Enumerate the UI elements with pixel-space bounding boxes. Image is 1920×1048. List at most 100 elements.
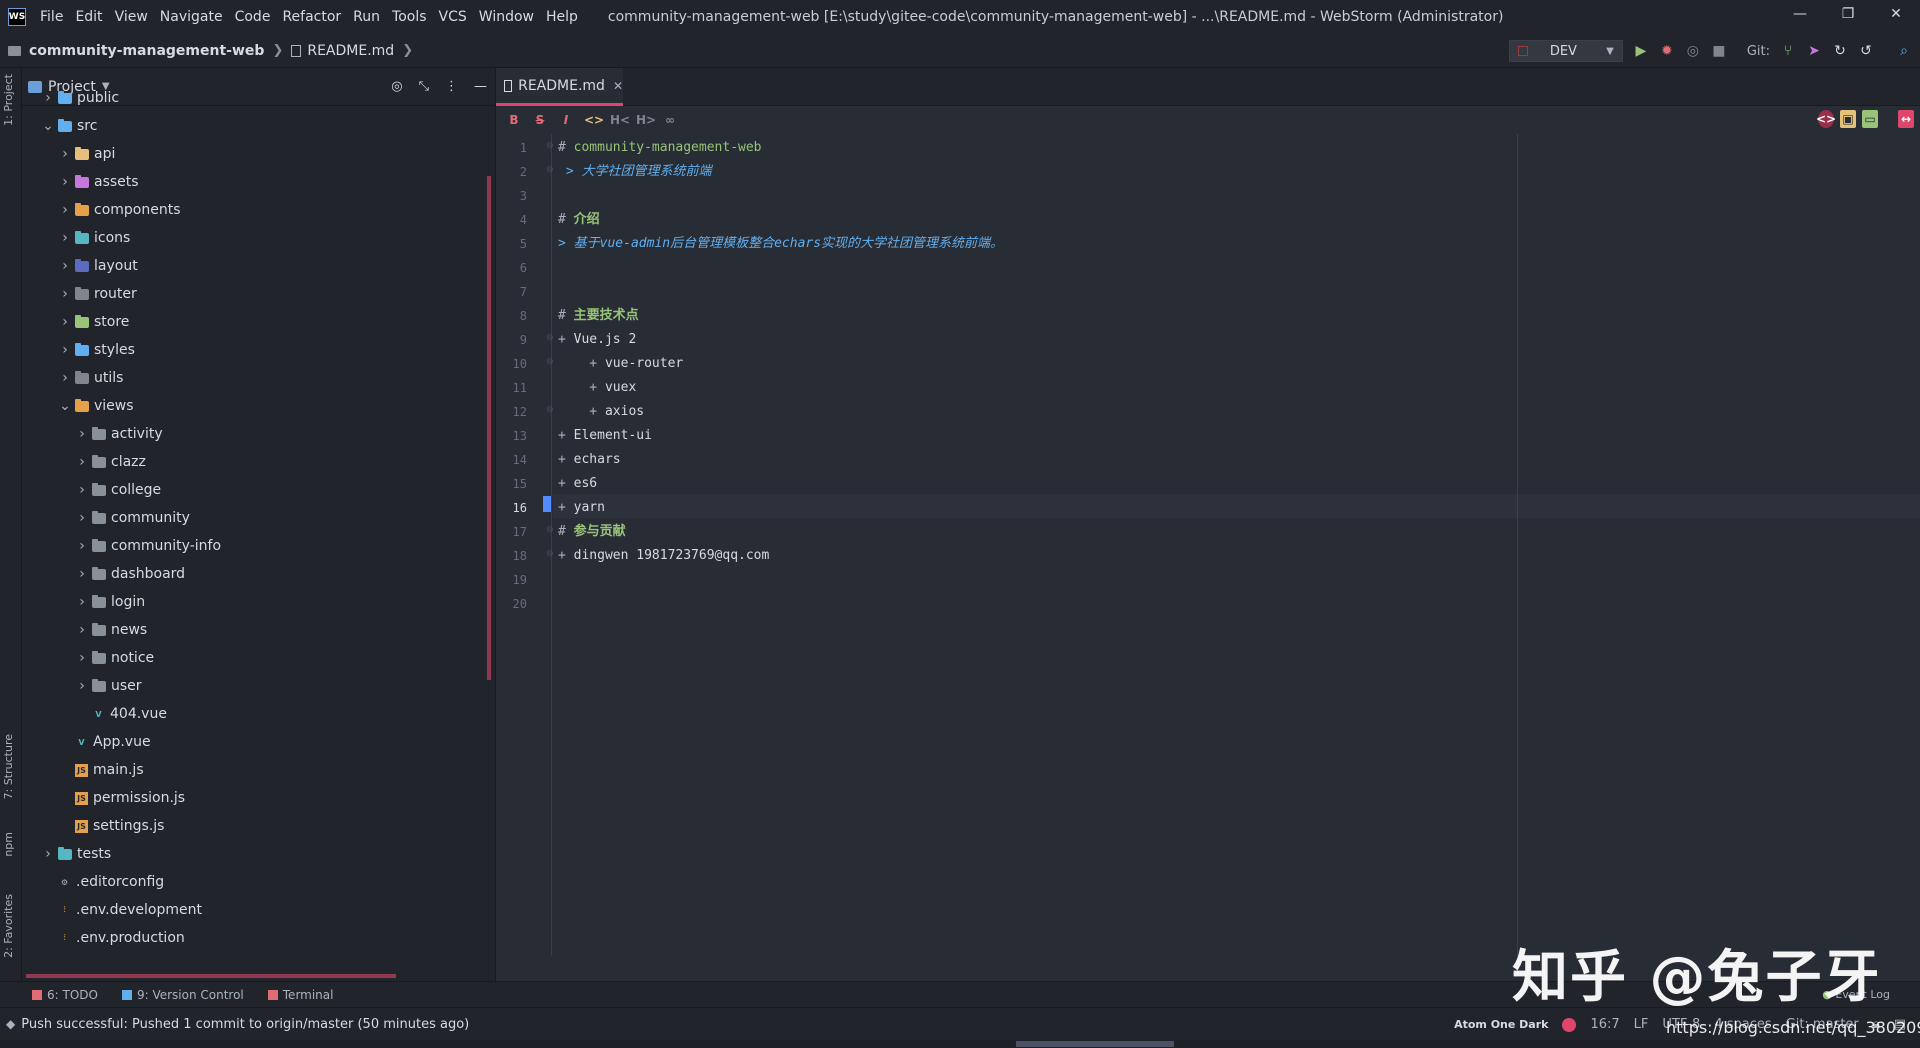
chevron-right-icon[interactable]: › xyxy=(58,230,72,246)
git-rollback-icon[interactable]: ↺ xyxy=(1858,43,1874,59)
tab-readme[interactable]: README.md ✕ xyxy=(496,68,623,106)
fold-marker-icon[interactable]: ⊖ xyxy=(546,549,554,559)
tree-item[interactable]: › tests xyxy=(41,840,111,868)
tree-item[interactable]: ⌄ views xyxy=(58,392,133,420)
locate-icon[interactable]: ◎ xyxy=(391,79,402,94)
theme-name[interactable]: Atom One Dark xyxy=(1454,1018,1548,1031)
tree-item[interactable]: V 404.vue xyxy=(75,700,167,728)
tree-scrollbar[interactable] xyxy=(487,176,491,680)
tree-horizontal-scrollbar[interactable] xyxy=(26,974,396,978)
chevron-right-icon[interactable]: › xyxy=(75,510,89,526)
split-view-icon[interactable]: ▣ xyxy=(1840,110,1856,128)
chevron-right-icon[interactable]: › xyxy=(75,678,89,694)
chevron-right-icon[interactable]: › xyxy=(75,454,89,470)
tree-item[interactable]: JS main.js xyxy=(58,756,144,784)
more-options-icon[interactable]: ⋮ xyxy=(445,79,458,94)
chevron-right-icon[interactable]: › xyxy=(75,566,89,582)
todo-tool-button[interactable]: 6: TODO xyxy=(32,988,98,1002)
breadcrumb-file[interactable]: README.md xyxy=(307,43,394,59)
chevron-right-icon[interactable]: › xyxy=(75,538,89,554)
tree-item[interactable]: › public xyxy=(41,84,119,112)
editor-only-icon[interactable]: <> xyxy=(1816,110,1836,128)
tree-item[interactable]: › router xyxy=(58,280,137,308)
git-push-icon[interactable]: ➤ xyxy=(1806,43,1822,59)
header-increase-icon[interactable]: H> xyxy=(636,113,656,127)
tree-item[interactable]: › user xyxy=(75,672,141,700)
menu-tools[interactable]: Tools xyxy=(392,9,427,25)
minimize-button[interactable]: — xyxy=(1776,0,1824,30)
chevron-right-icon[interactable]: › xyxy=(58,258,72,274)
tree-item[interactable]: JS settings.js xyxy=(58,812,164,840)
menu-edit[interactable]: Edit xyxy=(75,9,102,25)
collapse-all-icon[interactable]: ⤡ xyxy=(419,79,429,94)
header-decrease-icon[interactable]: H< xyxy=(610,113,630,127)
tree-item[interactable]: ⌄ src xyxy=(41,112,97,140)
search-icon[interactable]: ⌕ xyxy=(1896,43,1912,59)
fold-marker-icon[interactable]: ⊖ xyxy=(546,357,554,367)
chevron-right-icon[interactable]: › xyxy=(58,174,72,190)
run-icon[interactable]: ▶ xyxy=(1633,43,1649,59)
chevron-down-icon[interactable]: ⌄ xyxy=(58,398,72,414)
chevron-down-icon[interactable]: ⌄ xyxy=(41,118,55,134)
tree-item[interactable]: › community xyxy=(75,504,190,532)
restore-button[interactable]: ❐ xyxy=(1824,0,1872,30)
tree-item[interactable]: › login xyxy=(75,588,145,616)
fold-marker-icon[interactable]: ⊖ xyxy=(546,141,554,151)
close-button[interactable]: ✕ xyxy=(1872,0,1920,30)
git-history-icon[interactable]: ↻ xyxy=(1832,43,1848,59)
tree-item[interactable]: › styles xyxy=(58,336,135,364)
coverage-icon[interactable]: ◎ xyxy=(1685,43,1701,59)
link-icon[interactable]: ∞ xyxy=(662,113,678,127)
bold-icon[interactable]: B xyxy=(506,113,522,127)
tree-item[interactable]: ⚙ .editorconfig xyxy=(41,868,164,896)
line-separator[interactable]: LF xyxy=(1634,1017,1649,1032)
tree-item[interactable]: › college xyxy=(75,476,161,504)
chevron-right-icon[interactable]: › xyxy=(58,370,72,386)
structure-tool-tab[interactable]: 7: Structure xyxy=(2,734,15,799)
chevron-right-icon[interactable]: › xyxy=(58,314,72,330)
fold-marker-icon[interactable]: ⊖ xyxy=(546,333,554,343)
tree-item[interactable]: › icons xyxy=(58,224,130,252)
chevron-right-icon[interactable]: › xyxy=(75,482,89,498)
chevron-right-icon[interactable]: › xyxy=(58,342,72,358)
preview-only-icon[interactable]: ▭ xyxy=(1862,110,1878,128)
git-update-icon[interactable]: ⑂ xyxy=(1780,43,1796,59)
code-icon[interactable]: <> xyxy=(584,113,604,127)
close-icon[interactable]: ✕ xyxy=(613,79,623,93)
debug-icon[interactable]: ✹ xyxy=(1659,43,1675,59)
chevron-right-icon[interactable]: › xyxy=(58,286,72,302)
fold-marker-icon[interactable]: ⊖ xyxy=(546,405,554,415)
tree-item[interactable]: JS permission.js xyxy=(58,784,185,812)
tree-item[interactable]: › community-info xyxy=(75,532,221,560)
menu-vcs[interactable]: VCS xyxy=(439,9,467,25)
tree-item[interactable]: V App.vue xyxy=(58,728,150,756)
stop-icon[interactable]: ■ xyxy=(1711,43,1727,59)
tree-item[interactable]: ⫶ .env.development xyxy=(41,896,202,924)
tree-item[interactable]: › news xyxy=(75,616,147,644)
menu-navigate[interactable]: Navigate xyxy=(160,9,223,25)
tree-item[interactable]: › assets xyxy=(58,168,138,196)
tree-item[interactable]: › activity xyxy=(75,420,162,448)
tree-item[interactable]: › dashboard xyxy=(75,560,185,588)
breadcrumb-project[interactable]: community-management-web xyxy=(29,43,264,59)
chevron-right-icon[interactable]: › xyxy=(75,622,89,638)
code-editor[interactable]: # community-management-web > 大学社团管理系统前端 #… xyxy=(553,134,1920,956)
tree-item[interactable]: › components xyxy=(58,196,180,224)
chevron-right-icon[interactable]: › xyxy=(58,202,72,218)
version-control-tool-button[interactable]: 9: Version Control xyxy=(121,988,244,1002)
chevron-right-icon[interactable]: › xyxy=(75,650,89,666)
tree-item[interactable]: › clazz xyxy=(75,448,146,476)
menu-file[interactable]: File xyxy=(40,9,63,25)
tree-item[interactable]: › utils xyxy=(58,364,123,392)
status-message[interactable]: Push successful: Pushed 1 commit to orig… xyxy=(21,1017,469,1032)
fold-marker-icon[interactable]: ⊖ xyxy=(546,165,554,175)
menu-window[interactable]: Window xyxy=(479,9,534,25)
tree-item[interactable]: › store xyxy=(58,308,129,336)
italic-icon[interactable]: I xyxy=(558,113,574,127)
terminal-tool-button[interactable]: Terminal xyxy=(267,988,333,1002)
menu-run[interactable]: Run xyxy=(353,9,380,25)
menu-code[interactable]: Code xyxy=(235,9,271,25)
strikethrough-icon[interactable]: S xyxy=(532,113,548,127)
chevron-right-icon[interactable]: › xyxy=(41,846,55,862)
chevron-right-icon[interactable]: › xyxy=(75,426,89,442)
